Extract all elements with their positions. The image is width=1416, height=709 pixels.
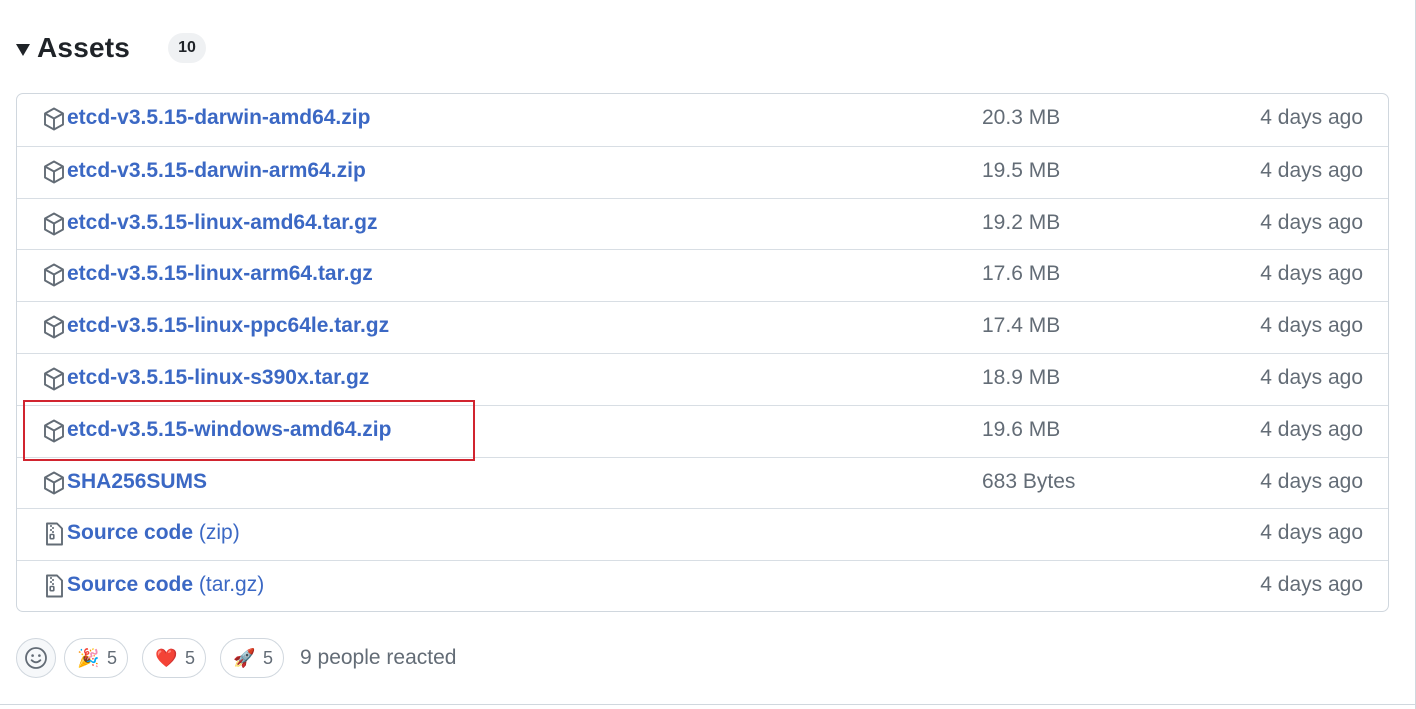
package-icon [43,315,65,339]
assets-count-badge: 10 [168,33,207,63]
package-icon [43,160,65,184]
asset-date: 4 days ago [1260,365,1363,389]
file-zip-icon [43,574,65,598]
asset-name: etcd-v3.5.15-linux-s390x.tar.gz [67,365,370,389]
asset-size: 17.6 MB [982,262,1061,286]
asset-date: 4 days ago [1260,106,1363,129]
asset-link[interactable]: etcd-v3.5.15-linux-amd64.tar.gz [67,211,377,235]
reactions-bar: 🎉 5 ❤️ 5 🚀 5 9 people reacted [16,638,456,678]
package-icon [43,419,65,443]
asset-name: Source code [67,521,194,545]
package-icon [43,107,65,131]
asset-link[interactable]: etcd-v3.5.15-darwin-arm64.zip [67,159,366,183]
asset-row: etcd-v3.5.15-darwin-amd64.zip 20.3 MB 4 da… [17,94,1388,146]
asset-name: etcd-v3.5.15-windows-amd64.zip [67,417,392,441]
asset-name: etcd-v3.5.15-darwin-arm64.zip [67,158,366,182]
asset-row: etcd-v3.5.15-linux-ppc64le.tar.gz 17.4 MB… [17,301,1388,353]
asset-row: Source code (tar.gz) 4 days ago [17,560,1388,611]
reaction-count: 5 [107,647,118,668]
asset-name: SHA256SUMS [67,469,208,493]
asset-size: 19.2 MB [982,210,1061,234]
asset-row: SHA256SUMS 683 Bytes 4 days ago [17,456,1388,509]
tada-icon: 🎉 [77,647,100,668]
file-zip-icon [43,522,65,546]
asset-size: 20.3 MB [982,106,1061,129]
asset-link[interactable]: SHA256SUMS [67,470,207,494]
package-icon [43,263,65,287]
asset-date: 4 days ago [1260,521,1363,545]
asset-row: Source code (zip) 4 days ago [17,508,1388,560]
caret-down-icon[interactable] [16,43,30,56]
outer-border-bottom [0,704,1416,705]
reactions-summary: 9 people reacted [300,646,457,669]
asset-row: etcd-v3.5.15-darwin-arm64.zip 19.5 MB 4 da… [17,145,1388,198]
asset-name: etcd-v3.5.15-linux-arm64.tar.gz [67,262,373,286]
asset-suffix: (tar.gz) [193,573,265,597]
reaction-button[interactable]: ❤️ 5 [142,638,206,678]
asset-date: 4 days ago [1260,417,1363,441]
asset-row: etcd-v3.5.15-linux-amd64.tar.gz 19.2 MB 4 … [17,197,1388,250]
heart-icon: ❤️ [155,647,178,668]
asset-row: etcd-v3.5.15-windows-amd64.zip 19.6 MB 4 d… [17,404,1388,457]
asset-date: 4 days ago [1260,314,1363,338]
asset-suffix: (zip) [193,521,240,545]
assets-header: Assets 10 [16,28,207,68]
asset-size: 17.4 MB [982,314,1061,338]
asset-name: Source code [67,573,194,597]
assets-title[interactable]: Assets [37,32,130,64]
package-icon [43,471,65,495]
asset-name: etcd-v3.5.15-darwin-amd64.zip [67,106,371,129]
asset-size: 683 Bytes [982,469,1076,493]
assets-list: etcd-v3.5.15-darwin-amd64.zip 20.3 MB 4 da… [16,93,1389,612]
asset-size: 18.9 MB [982,365,1061,389]
reaction-count: 5 [263,647,274,668]
asset-name: etcd-v3.5.15-linux-amd64.tar.gz [67,210,378,234]
asset-date: 4 days ago [1260,158,1363,182]
asset-link[interactable]: Source code (zip) [67,521,240,545]
asset-link[interactable]: etcd-v3.5.15-linux-s390x.tar.gz [67,366,369,390]
rocket-icon: 🚀 [233,647,256,668]
asset-link[interactable]: Source code (tar.gz) [67,573,264,597]
reaction-count: 5 [185,647,196,668]
asset-link[interactable]: etcd-v3.5.15-windows-amd64.zip [67,418,391,442]
asset-link[interactable]: etcd-v3.5.15-linux-arm64.tar.gz [67,262,373,286]
asset-name: etcd-v3.5.15-linux-ppc64le.tar.gz [67,314,390,338]
asset-date: 4 days ago [1260,573,1363,597]
reaction-button[interactable]: 🎉 5 [64,638,128,678]
add-reaction-button[interactable] [16,638,56,678]
asset-link[interactable]: etcd-v3.5.15-linux-ppc64le.tar.gz [67,314,389,338]
asset-date: 4 days ago [1260,262,1363,286]
smiley-icon [25,647,47,669]
reaction-button[interactable]: 🚀 5 [220,638,284,678]
asset-row: etcd-v3.5.15-linux-arm64.tar.gz 17.6 MB 4 … [17,249,1388,301]
asset-size: 19.6 MB [982,417,1061,441]
asset-row: etcd-v3.5.15-linux-s390x.tar.gz 18.9 MB 4 … [17,352,1388,405]
asset-date: 4 days ago [1260,469,1363,493]
package-icon [43,212,65,236]
asset-size: 19.5 MB [982,158,1061,182]
package-icon [43,367,65,391]
asset-link[interactable]: etcd-v3.5.15-darwin-amd64.zip [67,106,370,130]
asset-date: 4 days ago [1260,210,1363,234]
